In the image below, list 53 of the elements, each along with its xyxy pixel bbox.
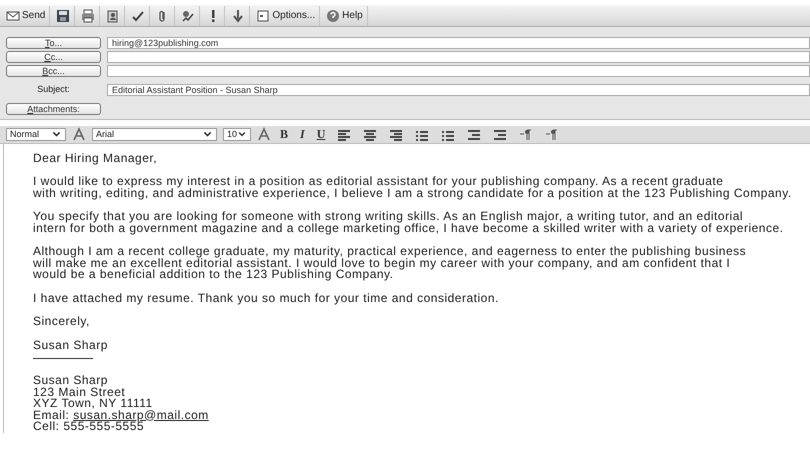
signature-text: Susan Sharp — [33, 375, 109, 386]
body-text: intern for both a government magazine and a college marketing office, I have become a skilled writer with a variety of experience. — [33, 222, 784, 234]
spell-check-icon — [131, 8, 146, 22]
body-text: I have attached my resume. Thank you so much for your time and consideration. — [33, 292, 500, 304]
toolbar-button[interactable]: Send — [2, 6, 50, 26]
toolbar-button[interactable]: Help — [322, 6, 368, 26]
email-link[interactable]: susan.sharp@mail.com — [73, 408, 209, 422]
right-to-left-icon — [545, 128, 560, 142]
align-right-icon — [389, 128, 404, 142]
font-dropdown[interactable]: Arial — [92, 128, 217, 140]
body-text: will make me an excellent editorial assistant. I would love to begin my career with your company, and am confident that I — [33, 258, 732, 269]
address-button[interactable]: Cc... — [6, 50, 101, 63]
style-dropdown[interactable]: Normal — [6, 128, 66, 140]
bold-button[interactable]: B — [277, 125, 292, 143]
bulleted-list-icon — [441, 128, 456, 142]
body-text: Although I am a recent college graduate, my maturity, practical experience, and eagerness to enter the publishing business — [33, 246, 748, 258]
numbered-list-icon — [415, 128, 430, 142]
email-label: Email: — [33, 408, 70, 422]
left-to-right-icon — [519, 128, 534, 142]
body-text: with writing, editing, and administrative experience, I believe I am a strong candidate for a position at the 123 Publishing Company. — [33, 188, 793, 199]
body-text: I would like to express my interest in a position as editorial assistant for your publishing company. As a recent graduate — [33, 176, 724, 188]
address-book-icon — [106, 8, 120, 22]
address-field[interactable]: hiring@123publishing.com — [107, 36, 810, 49]
size-dropdown[interactable]: 10 — [223, 128, 251, 140]
italic-button[interactable]: I — [297, 125, 308, 143]
align-left-icon — [337, 128, 352, 142]
body-text: Sincerely, — [33, 316, 91, 328]
address-field[interactable] — [107, 64, 810, 77]
envelope-icon — [6, 8, 20, 22]
body-text: You specify that you are looking for someone with strong writing skills. As an English major, a writing tutor, and an editorial — [33, 211, 744, 222]
subject-field[interactable]: Editorial Assistant Position - Susan Sharp — [107, 84, 810, 96]
increase-indent-icon — [493, 128, 508, 142]
signature-text: 123 Main Street — [33, 386, 126, 398]
body-text: Dear Hiring Manager, — [33, 152, 158, 164]
subject-label: Subject: — [36, 83, 71, 96]
align-center-icon — [363, 128, 378, 142]
print-icon — [81, 8, 96, 22]
body-text: Susan Sharp — [33, 340, 109, 351]
body-text: would be a beneficial addition to the 123 Publishing Company. — [33, 269, 394, 280]
signature-text: Cell: 555-555-5555 — [33, 421, 144, 432]
signature-text: XYZ Town, NY 11111 — [33, 398, 154, 410]
address-field[interactable] — [107, 50, 810, 63]
underline-button[interactable]: U — [314, 125, 328, 143]
font-color-icon — [257, 127, 271, 141]
address-button[interactable]: Bcc... — [6, 64, 101, 77]
save-icon — [56, 8, 70, 22]
font-icon — [72, 127, 86, 141]
decrease-indent-icon — [467, 128, 482, 142]
attachments-button[interactable]: Attachments: — [6, 103, 101, 116]
help-icon — [326, 8, 340, 22]
toolbar-button[interactable]: Options... — [252, 6, 320, 26]
down-arrow-icon — [231, 8, 246, 22]
address-button[interactable]: To... — [6, 36, 101, 49]
